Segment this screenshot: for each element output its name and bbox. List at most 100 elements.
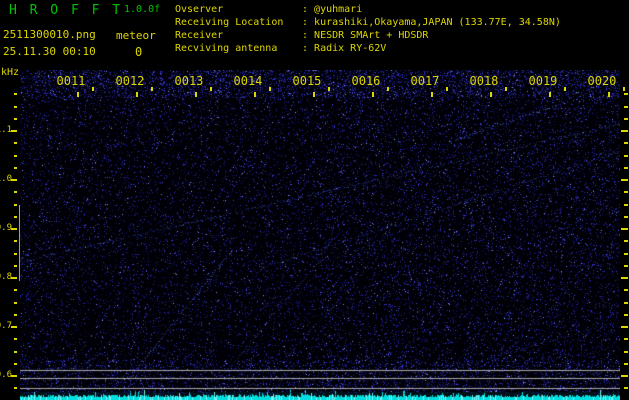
freq-minor-tick-left bbox=[14, 253, 17, 255]
freq-major-tick-right bbox=[621, 179, 628, 181]
freq-minor-tick-right bbox=[624, 240, 628, 242]
time-sub-tick bbox=[564, 87, 566, 91]
time-axis-label: 0019 bbox=[528, 74, 558, 88]
freq-minor-tick-left bbox=[14, 216, 17, 218]
hrofft-window: H R O F F T 1.0.0f 2511300010.png meteor… bbox=[0, 0, 629, 400]
freq-major-tick-right bbox=[621, 130, 628, 132]
info-row-label: Receiver bbox=[175, 30, 224, 41]
time-axis-label: 0011 bbox=[56, 74, 86, 88]
freq-minor-tick-left bbox=[14, 302, 17, 304]
freq-minor-tick-right bbox=[624, 155, 628, 157]
freq-minor-tick-right bbox=[624, 265, 628, 267]
meteor-counter-value: 0 bbox=[135, 45, 143, 59]
freq-minor-tick-left bbox=[14, 93, 17, 95]
freq-minor-tick-left bbox=[14, 155, 17, 157]
freq-major-tick-left bbox=[11, 277, 17, 279]
info-row: Recviving antenna: Radix RY-62V bbox=[175, 42, 561, 55]
meteor-counter-label: meteor bbox=[116, 29, 156, 42]
freq-major-tick-right bbox=[621, 228, 628, 230]
info-row-separator: : bbox=[302, 43, 315, 54]
freq-major-tick-left bbox=[11, 179, 17, 181]
time-minute-tick bbox=[431, 92, 433, 97]
freq-minor-tick-right bbox=[624, 106, 628, 108]
time-minute-tick bbox=[490, 92, 492, 97]
info-row-separator: : bbox=[302, 4, 315, 15]
freq-minor-tick-right bbox=[624, 93, 628, 95]
freq-minor-tick-right bbox=[624, 142, 628, 144]
freq-minor-tick-right bbox=[624, 191, 628, 193]
info-row-label: Recviving antenna bbox=[175, 43, 278, 54]
time-minute-tick bbox=[136, 92, 138, 97]
time-sub-tick bbox=[446, 87, 448, 91]
freq-major-tick-left bbox=[11, 130, 17, 132]
info-row: Ovserver: @yuhmari bbox=[175, 3, 561, 16]
output-filename: 2511300010.png bbox=[3, 28, 96, 41]
freq-minor-tick-right bbox=[624, 351, 628, 353]
app-version: 1.0.0f bbox=[124, 4, 161, 15]
freq-minor-tick-right bbox=[624, 387, 628, 389]
info-row-separator: : bbox=[302, 17, 315, 28]
time-minute-tick bbox=[313, 92, 315, 97]
freq-minor-tick-left bbox=[14, 314, 17, 316]
freq-minor-tick-left bbox=[14, 142, 17, 144]
freq-minor-tick-right bbox=[624, 216, 628, 218]
app-title: H R O F F T bbox=[9, 3, 123, 18]
freq-minor-tick-right bbox=[624, 253, 628, 255]
info-row-value: @yuhmari bbox=[314, 4, 363, 15]
observer-info-block: Ovserver: @yuhmari Receiving Location: ku… bbox=[175, 3, 561, 55]
time-sub-tick bbox=[92, 87, 94, 91]
time-sub-tick bbox=[269, 87, 271, 91]
time-axis-label: 0014 bbox=[233, 74, 263, 88]
time-minute-tick bbox=[254, 92, 256, 97]
freq-minor-tick-left bbox=[14, 167, 17, 169]
time-sub-tick bbox=[151, 87, 153, 91]
freq-minor-tick-left bbox=[14, 118, 17, 120]
freq-major-tick-right bbox=[621, 375, 628, 377]
time-sub-tick bbox=[623, 87, 625, 91]
info-row-value: kurashiki,Okayama,JAPAN (133.77E, 34.58N… bbox=[314, 17, 561, 28]
time-minute-tick bbox=[608, 92, 610, 97]
freq-major-tick-right bbox=[621, 326, 628, 328]
freq-major-tick-left bbox=[11, 228, 17, 230]
info-row-value: Radix RY-62V bbox=[314, 43, 387, 54]
freq-minor-tick-right bbox=[624, 167, 628, 169]
time-sub-tick bbox=[505, 87, 507, 91]
freq-minor-tick-right bbox=[624, 289, 628, 291]
freq-major-tick-left bbox=[11, 375, 17, 377]
info-row-value: NESDR SMArt + HDSDR bbox=[314, 30, 429, 41]
calibration-marker-line bbox=[19, 205, 20, 281]
freq-minor-tick-right bbox=[624, 338, 628, 340]
freq-minor-tick-right bbox=[624, 204, 628, 206]
freq-minor-tick-left bbox=[14, 240, 17, 242]
info-row: Receiving Location: kurashiki,Okayama,JA… bbox=[175, 16, 561, 29]
freq-minor-tick-right bbox=[624, 302, 628, 304]
time-minute-tick bbox=[195, 92, 197, 97]
time-sub-tick bbox=[328, 87, 330, 91]
time-sub-tick bbox=[387, 87, 389, 91]
freq-minor-tick-left bbox=[14, 387, 17, 389]
time-axis-label: 0016 bbox=[351, 74, 381, 88]
freq-minor-tick-left bbox=[14, 289, 17, 291]
freq-minor-tick-left bbox=[14, 265, 17, 267]
time-minute-tick bbox=[549, 92, 551, 97]
freq-minor-tick-right bbox=[624, 118, 628, 120]
spectrogram-canvas bbox=[20, 70, 620, 400]
freq-minor-tick-right bbox=[624, 314, 628, 316]
freq-major-tick-right bbox=[621, 277, 628, 279]
time-minute-tick bbox=[372, 92, 374, 97]
time-axis-label: 0015 bbox=[292, 74, 322, 88]
info-row-label: Ovserver bbox=[175, 4, 224, 15]
observation-datetime: 25.11.30 00:10 bbox=[3, 45, 96, 58]
time-axis-label: 0020 bbox=[587, 74, 617, 88]
freq-minor-tick-left bbox=[14, 351, 17, 353]
info-row-label: Receiving Location bbox=[175, 17, 284, 28]
info-row: Receiver: NESDR SMArt + HDSDR bbox=[175, 29, 561, 42]
freq-minor-tick-left bbox=[14, 204, 17, 206]
frequency-unit-label: kHz bbox=[1, 67, 20, 78]
time-axis-label: 0013 bbox=[174, 74, 204, 88]
freq-minor-tick-left bbox=[14, 191, 17, 193]
time-axis-label: 0012 bbox=[115, 74, 145, 88]
time-sub-tick bbox=[210, 87, 212, 91]
freq-minor-tick-right bbox=[624, 363, 628, 365]
time-axis-label: 0018 bbox=[469, 74, 499, 88]
